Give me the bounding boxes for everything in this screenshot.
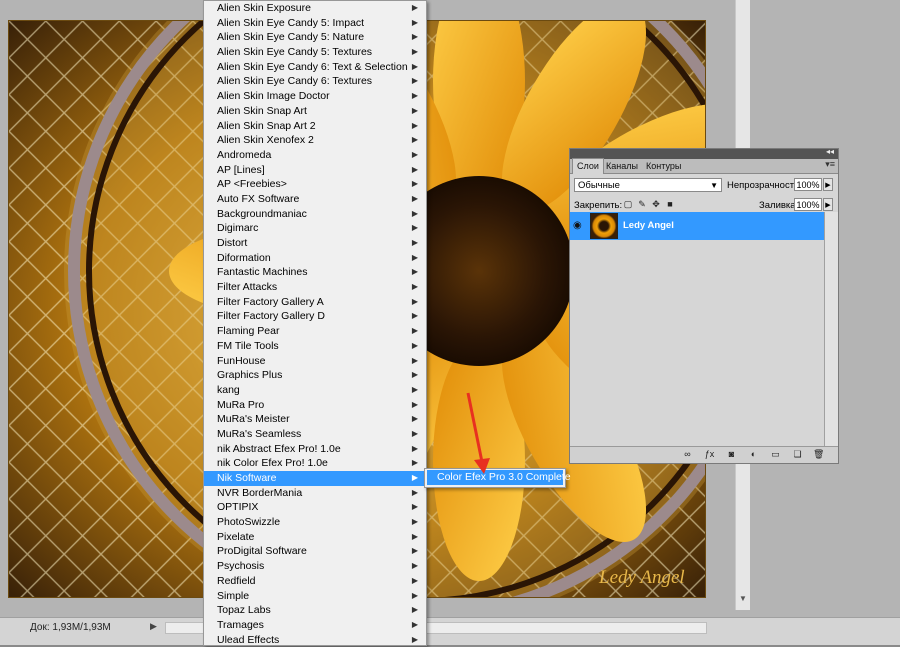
- trash-icon[interactable]: 🗑: [813, 449, 824, 460]
- chevron-down-icon: ▼: [710, 181, 718, 190]
- layer-name: Ledy Angel: [623, 220, 674, 231]
- tab-channels[interactable]: Каналы: [602, 159, 642, 173]
- fill-label: Заливка:: [759, 200, 799, 211]
- opacity-slider-arrow-icon[interactable]: ▶: [823, 178, 833, 191]
- blend-mode-value: Обычные: [578, 180, 620, 191]
- opacity-input[interactable]: 100%: [794, 178, 822, 191]
- fill-input[interactable]: 100%: [794, 198, 822, 211]
- mask-icon[interactable]: ◙: [726, 449, 737, 460]
- blend-mode-select[interactable]: Обычные ▼: [574, 178, 722, 192]
- panel-tabs: Слои Каналы Контуры ▾≡: [570, 158, 838, 174]
- layers-panel: ◂◂ Слои Каналы Контуры ▾≡ Обычные ▼ Непр…: [569, 147, 839, 464]
- panel-scrollbar[interactable]: [824, 212, 838, 447]
- group-icon[interactable]: ▭: [770, 449, 781, 460]
- lock-brush-icon[interactable]: ✎: [637, 199, 647, 209]
- panel-footer: ∞ ƒx ◙ ◐ ▭ ❏ 🗑: [570, 446, 838, 463]
- tab-layers[interactable]: Слои: [572, 158, 604, 174]
- lock-label: Закрепить:: [574, 200, 623, 211]
- lock-all-icon[interactable]: ■: [665, 199, 675, 209]
- lock-transparency-icon[interactable]: ▢: [623, 199, 633, 209]
- collapse-icon[interactable]: ◂◂: [826, 147, 834, 156]
- link-icon[interactable]: ∞: [682, 449, 693, 460]
- panel-menu-icon[interactable]: ▾≡: [825, 159, 835, 170]
- panel-title-bar: ◂◂: [570, 147, 838, 159]
- new-layer-icon[interactable]: ❏: [792, 449, 803, 460]
- fill-slider-arrow-icon[interactable]: ▶: [823, 198, 833, 211]
- tab-paths[interactable]: Контуры: [642, 159, 685, 173]
- layer-row[interactable]: ◉ Ledy Angel: [570, 212, 824, 240]
- adjustment-icon[interactable]: ◐: [748, 449, 759, 460]
- fx-icon[interactable]: ƒx: [704, 449, 715, 460]
- opacity-label: Непрозрачность:: [727, 180, 802, 191]
- lock-move-icon[interactable]: ✥: [651, 199, 661, 209]
- blend-row: Обычные ▼ Непрозрачность: 100% ▶: [570, 174, 838, 196]
- eye-icon[interactable]: ◉: [573, 220, 582, 231]
- layer-thumbnail: [590, 213, 618, 239]
